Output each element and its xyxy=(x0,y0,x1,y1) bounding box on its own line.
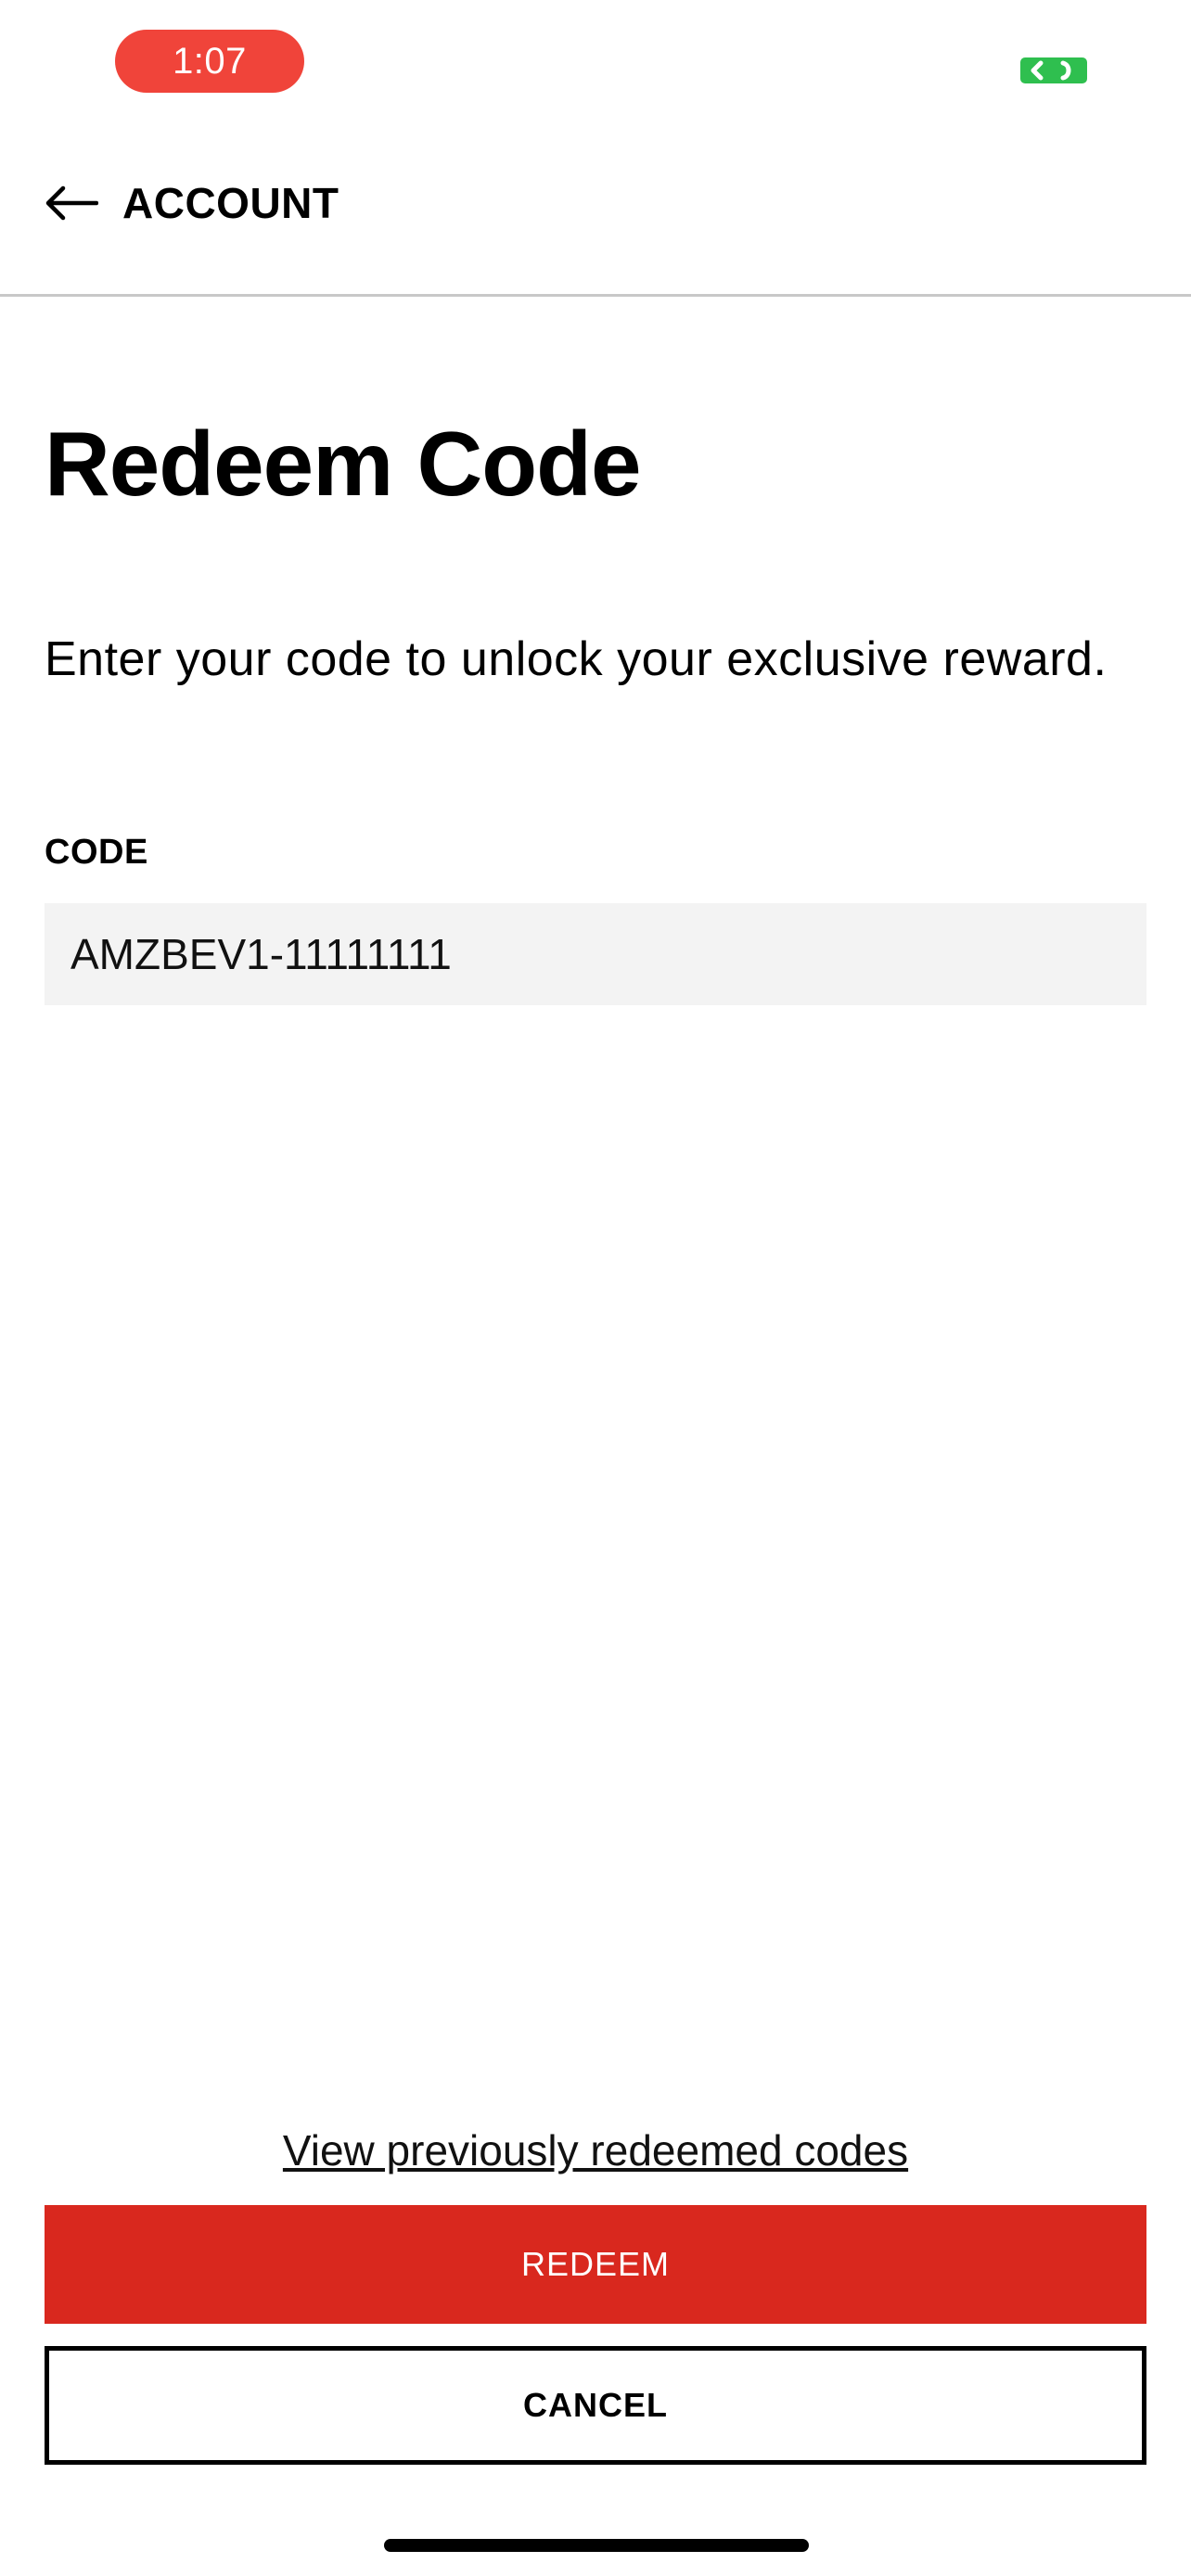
status-time: 1:07 xyxy=(115,30,304,93)
page-description: Enter your code to unlock your exclusive… xyxy=(45,632,1108,686)
back-label: ACCOUNT xyxy=(122,179,339,227)
cancel-button[interactable]: CANCEL xyxy=(45,2346,1146,2465)
screen-share-icon xyxy=(1020,57,1087,83)
code-field-label: CODE xyxy=(45,833,148,872)
view-redeemed-codes-link[interactable]: View previously redeemed codes xyxy=(0,2125,1191,2175)
redeem-button[interactable]: REDEEM xyxy=(45,2205,1146,2324)
arrow-left-icon xyxy=(45,185,98,221)
back-button[interactable]: ACCOUNT xyxy=(45,172,339,234)
home-indicator[interactable] xyxy=(384,2539,809,2552)
code-input[interactable] xyxy=(45,903,1146,1005)
page-title: Redeem Code xyxy=(45,413,642,515)
